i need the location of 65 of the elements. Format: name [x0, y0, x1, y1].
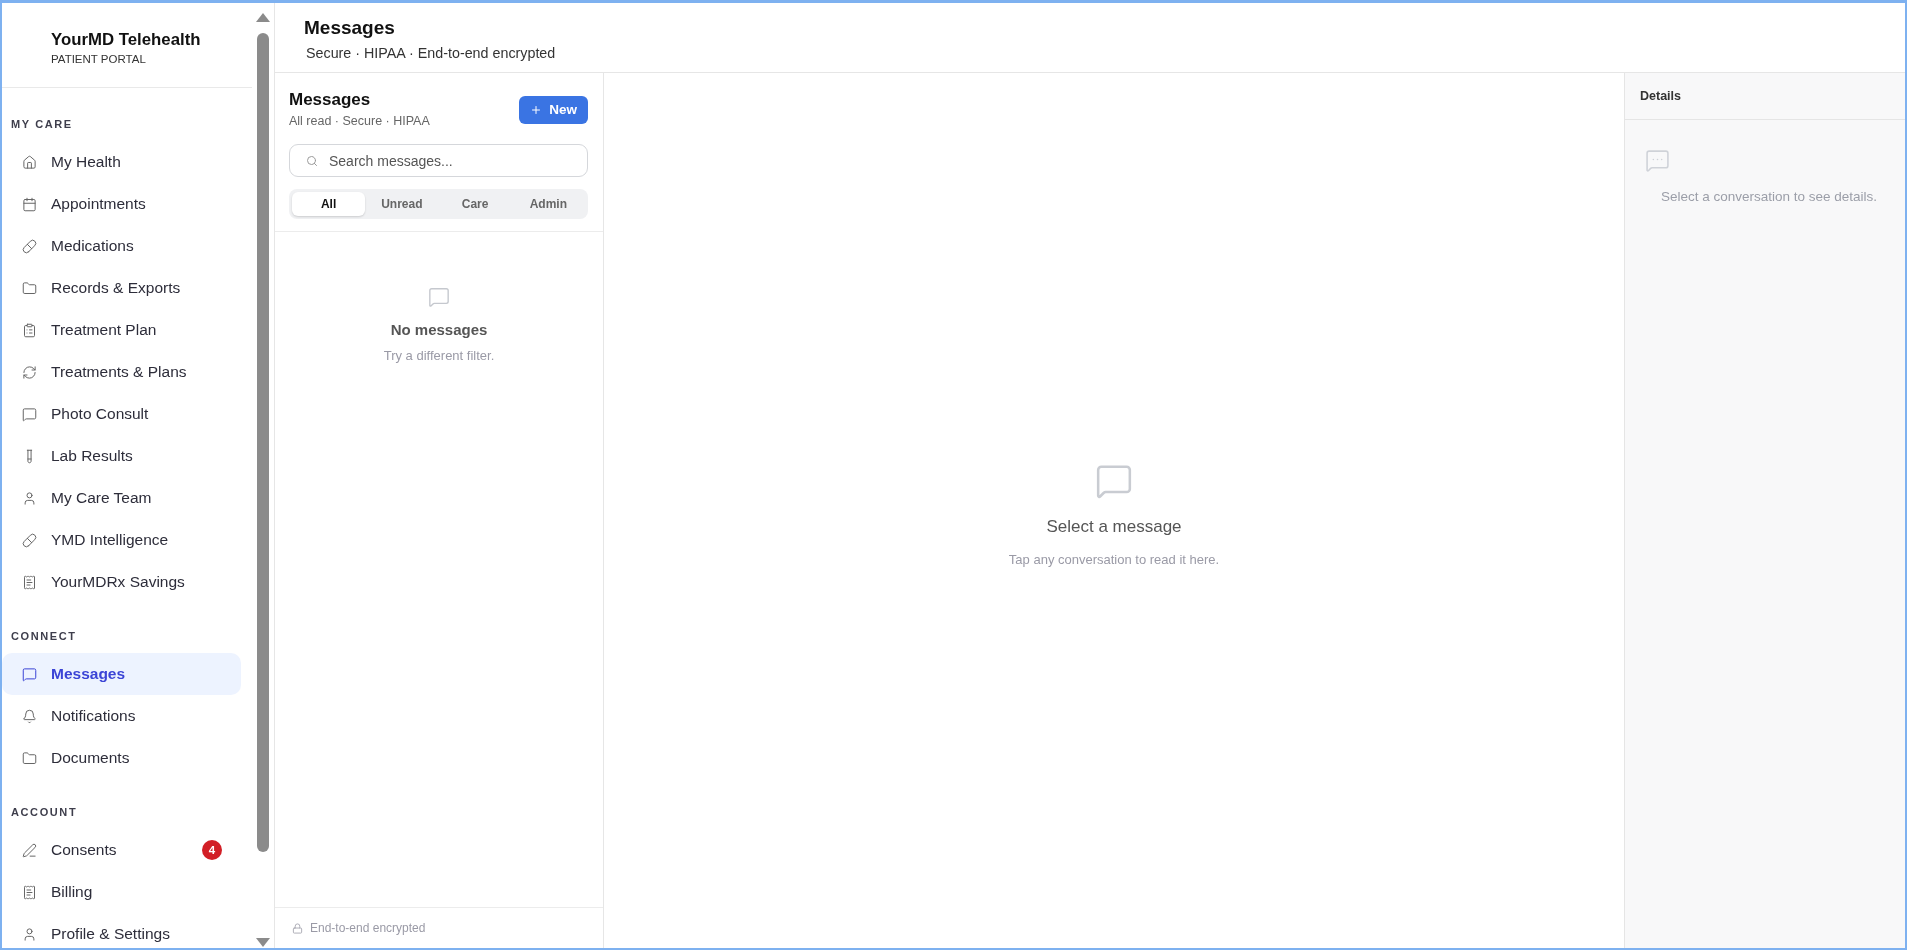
calendar-icon	[22, 196, 37, 212]
search-field[interactable]: Search messages...	[289, 144, 588, 177]
chat-bubble-icon	[1095, 462, 1133, 500]
nav-item[interactable]: My Health	[2, 141, 241, 183]
empty-title: Select a message	[1046, 517, 1182, 537]
pill-icon	[22, 238, 37, 254]
refresh-icon	[22, 364, 37, 380]
chat-dots-icon	[1645, 148, 1670, 173]
empty-hint: Try a different filter.	[383, 348, 495, 363]
receipt-icon	[22, 574, 37, 590]
nav-item[interactable]: Consents 4	[2, 829, 241, 871]
section-label: CONNECT	[11, 629, 77, 644]
scrollbar-thumb[interactable]	[257, 33, 269, 852]
page-title: Messages	[304, 17, 395, 39]
nav-item[interactable]: Billing	[2, 871, 241, 913]
filter-tab[interactable]: All	[292, 192, 366, 216]
brand-tagline: PATIENT PORTAL	[51, 52, 146, 66]
folder-icon	[22, 280, 37, 296]
nav-item[interactable]: Treatments & Plans	[2, 351, 241, 393]
nav-item[interactable]: Treatment Plan	[2, 309, 241, 351]
filter-tab[interactable]: Care	[438, 192, 512, 216]
filter-tab[interactable]: Admin	[511, 192, 585, 216]
bell-icon	[22, 708, 37, 724]
nav-item[interactable]: Documents	[2, 737, 241, 779]
count-badge: 4	[202, 840, 222, 860]
chat-bubble-icon	[22, 666, 37, 682]
scroll-down-arrow-icon[interactable]	[256, 938, 270, 947]
new-button[interactable]: New	[519, 95, 588, 124]
empty-title: No messages	[390, 321, 488, 339]
nav-item[interactable]: Records & Exports	[2, 267, 241, 309]
nav-item[interactable]: My Care Team	[2, 477, 241, 519]
nav-item[interactable]: Appointments	[2, 183, 241, 225]
pill-icon	[22, 532, 37, 548]
chat-bubble-icon	[428, 286, 450, 308]
home-icon	[22, 154, 37, 170]
nav-item[interactable]: Notifications	[2, 695, 241, 737]
pen-icon	[22, 842, 37, 858]
brand-name: YourMD Telehealth	[51, 30, 201, 50]
nav-item[interactable]: YourMDRx Savings	[2, 561, 241, 603]
search-icon	[306, 155, 318, 167]
list-title: Messages	[289, 90, 371, 110]
page-subtitle: Secure · HIPAA · End-to-end encrypted	[306, 45, 556, 61]
folder-icon	[22, 750, 37, 766]
empty-hint: Tap any conversation to read it here.	[1008, 552, 1220, 567]
scroll-up-arrow-icon[interactable]	[256, 13, 270, 22]
encryption-note: End-to-end encrypted	[310, 921, 426, 935]
user-icon	[22, 490, 37, 506]
section-label: MY CARE	[11, 117, 73, 132]
section-label: ACCOUNT	[11, 805, 78, 820]
lock-icon	[292, 922, 303, 934]
list-subtitle: All read · Secure · HIPAA	[289, 114, 430, 129]
plus-icon	[530, 103, 543, 116]
nav-item[interactable]: Messages	[2, 653, 241, 695]
nav-item[interactable]: Photo Consult	[2, 393, 241, 435]
chat-bubble-icon	[22, 406, 37, 422]
receipt-icon	[22, 884, 37, 900]
details-hint: Select a conversation to see details.	[1659, 189, 1879, 205]
details-title: Details	[1640, 89, 1681, 103]
nav-item[interactable]: Lab Results	[2, 435, 241, 477]
nav-item[interactable]: YMD Intelligence	[2, 519, 241, 561]
clipboard-icon	[22, 322, 37, 338]
nav-item[interactable]: Profile & Settings	[2, 913, 241, 948]
filter-tab[interactable]: Unread	[365, 192, 439, 216]
user-icon	[22, 926, 37, 942]
nav-item[interactable]: Medications	[2, 225, 241, 267]
